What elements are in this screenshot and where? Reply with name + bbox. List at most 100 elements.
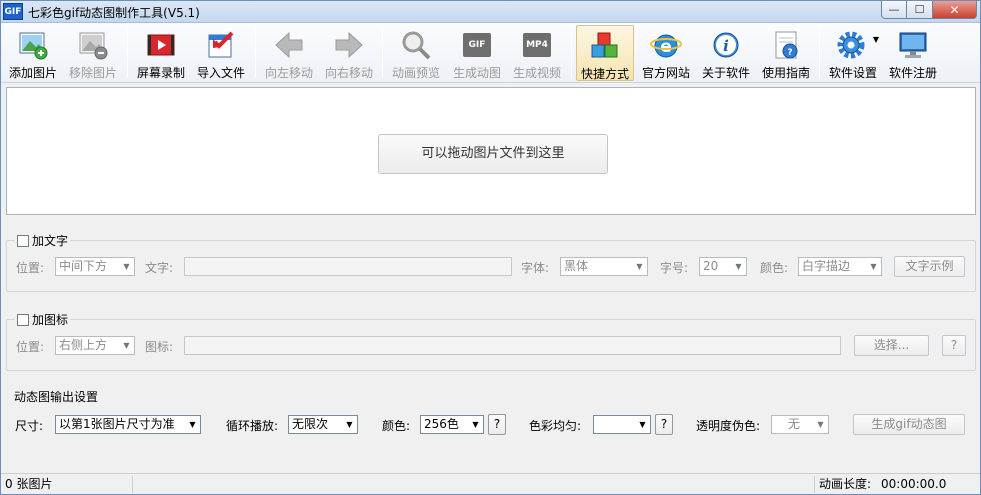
help-document-icon: ? [770, 29, 802, 61]
output-size-label: 尺寸: [15, 419, 44, 433]
arrow-right-icon [333, 29, 365, 61]
make-video-label: 生成视频 [512, 66, 561, 80]
font-value: 黑体 [564, 259, 589, 273]
shortcut-label: 快捷方式 [580, 67, 629, 81]
chevron-down-icon: ▼ [817, 420, 824, 429]
text-color-select[interactable]: 白字描边 ▼ [798, 257, 882, 276]
import-file-button[interactable]: 导入文件 [193, 25, 249, 81]
add-text-group: 加文字 位置: 中间下方 ▼ 文字: 字体: 黑体 ▼ 字号: 20 ▼ 颜色:… [6, 232, 976, 292]
chevron-down-icon: ▼ [346, 420, 353, 429]
dropdown-arrow-icon: ▼ [872, 35, 879, 44]
toolbar-separator [819, 29, 820, 77]
preview-label: 动画预览 [391, 66, 440, 80]
arrow-left-icon [273, 29, 305, 61]
output-color-label: 颜色: [382, 419, 411, 433]
app-window: GIF 七彩色gif动态图制作工具(V5.1) — ☐ ✕ 添加图片 移除图片 [0, 0, 981, 495]
add-icon-checkbox[interactable] [17, 313, 29, 326]
make-video-button[interactable]: MP4 生成视频 [509, 25, 565, 81]
chevron-down-icon: ▼ [123, 341, 130, 350]
output-size-select[interactable]: 以第1张图片尺寸为准 ▼ [55, 415, 201, 434]
preview-button[interactable]: 动画预览 [388, 25, 444, 81]
move-right-button[interactable]: 向右移动 [321, 25, 377, 81]
alpha-select[interactable]: 无 ▼ [771, 415, 829, 434]
font-size-select[interactable]: 20 ▼ [699, 257, 747, 276]
text-position-select[interactable]: 中间下方 ▼ [55, 257, 135, 276]
status-divider [132, 476, 133, 493]
alpha-label: 透明度伪色: [696, 419, 761, 433]
remove-image-icon [77, 29, 109, 61]
text-content-input[interactable] [184, 257, 512, 276]
duration-value: 00:00:00.0 [881, 477, 947, 491]
about-label: 关于软件 [701, 66, 750, 80]
window-title: 七彩色gif动态图制作工具(V5.1) [28, 6, 200, 20]
image-drop-area[interactable]: 可以拖动图片文件到这里 [6, 87, 976, 215]
toolbar-separator [127, 29, 128, 77]
select-icon-button[interactable]: 选择... [854, 335, 929, 356]
color-balance-label: 色彩均匀: [529, 419, 582, 433]
guide-label: 使用指南 [761, 66, 810, 80]
info-icon: i [710, 29, 742, 61]
magnifier-icon [400, 29, 432, 61]
icon-position-value: 右侧上方 [59, 338, 108, 352]
toolbar-separator [255, 29, 256, 77]
status-divider [814, 476, 815, 493]
alpha-value: 无 [787, 417, 800, 431]
add-image-icon [17, 29, 49, 61]
register-button[interactable]: 软件注册 [885, 25, 941, 81]
balance-help-button[interactable]: ? [655, 414, 673, 435]
screen-record-label: 屏幕录制 [136, 66, 185, 80]
move-left-label: 向左移动 [264, 66, 313, 80]
gif-icon: GIF [461, 29, 493, 61]
screen-record-icon [145, 29, 177, 61]
chevron-down-icon: ▼ [636, 262, 643, 271]
close-button[interactable]: ✕ [933, 1, 977, 19]
make-gif-label: 生成动图 [452, 66, 501, 80]
drop-hint-button[interactable]: 可以拖动图片文件到这里 [378, 134, 608, 174]
minimize-button[interactable]: — [881, 1, 907, 19]
font-select[interactable]: 黑体 ▼ [560, 257, 648, 276]
icon-path-input[interactable] [184, 336, 841, 355]
text-position-label: 位置: [16, 261, 45, 275]
toolbar-separator [571, 29, 572, 77]
font-label: 字体: [521, 261, 550, 275]
screen-record-button[interactable]: 屏幕录制 [133, 25, 189, 81]
icon-position-select[interactable]: 右侧上方 ▼ [55, 336, 135, 355]
settings-label: 软件设置 [828, 66, 877, 80]
about-button[interactable]: i 关于软件 [698, 25, 754, 81]
text-position-value: 中间下方 [59, 259, 108, 273]
website-button[interactable]: e 官方网站 [638, 25, 694, 81]
output-settings-group: 动态图输出设置 尺寸: 以第1张图片尺寸为准 ▼ 循环播放: 无限次 ▼ 颜色:… [6, 390, 976, 449]
add-text-title: 加文字 [32, 234, 69, 248]
ie-browser-icon: e [650, 29, 682, 61]
shortcut-button[interactable]: 快捷方式 [576, 25, 634, 81]
add-text-checkbox[interactable] [17, 234, 29, 247]
mp4-icon: MP4 [521, 29, 553, 61]
loop-select[interactable]: 无限次 ▼ [288, 415, 358, 434]
import-file-icon [205, 29, 237, 61]
svg-text:?: ? [787, 48, 792, 58]
move-left-button[interactable]: 向左移动 [261, 25, 317, 81]
chevron-down-icon: ▼ [189, 420, 196, 429]
font-size-label: 字号: [660, 261, 689, 275]
settings-button[interactable]: ▼ 软件设置 [825, 25, 881, 81]
generate-gif-button[interactable]: 生成gif动态图 [853, 414, 965, 435]
duration-label: 动画长度: [819, 477, 872, 491]
guide-button[interactable]: ? 使用指南 [758, 25, 814, 81]
output-color-select[interactable]: 256色 ▼ [420, 415, 484, 434]
icon-path-label: 图标: [145, 340, 174, 354]
add-text-legend: 加文字 [15, 232, 71, 249]
make-gif-button[interactable]: GIF 生成动图 [449, 25, 505, 81]
remove-image-button[interactable]: 移除图片 [65, 25, 121, 81]
output-color-value: 256色 [424, 417, 459, 431]
chevron-down-icon: ▼ [735, 262, 742, 271]
color-balance-select[interactable]: ▼ [593, 415, 651, 434]
chevron-down-icon: ▼ [870, 262, 877, 271]
register-label: 软件注册 [888, 66, 937, 80]
text-sample-button[interactable]: 文字示例 [894, 256, 965, 277]
maximize-button[interactable]: ☐ [907, 1, 933, 19]
icon-help-button[interactable]: ? [942, 335, 966, 356]
add-image-label: 添加图片 [8, 66, 57, 80]
font-size-value: 20 [703, 259, 719, 273]
add-image-button[interactable]: 添加图片 [5, 25, 61, 81]
color-help-button[interactable]: ? [488, 414, 506, 435]
